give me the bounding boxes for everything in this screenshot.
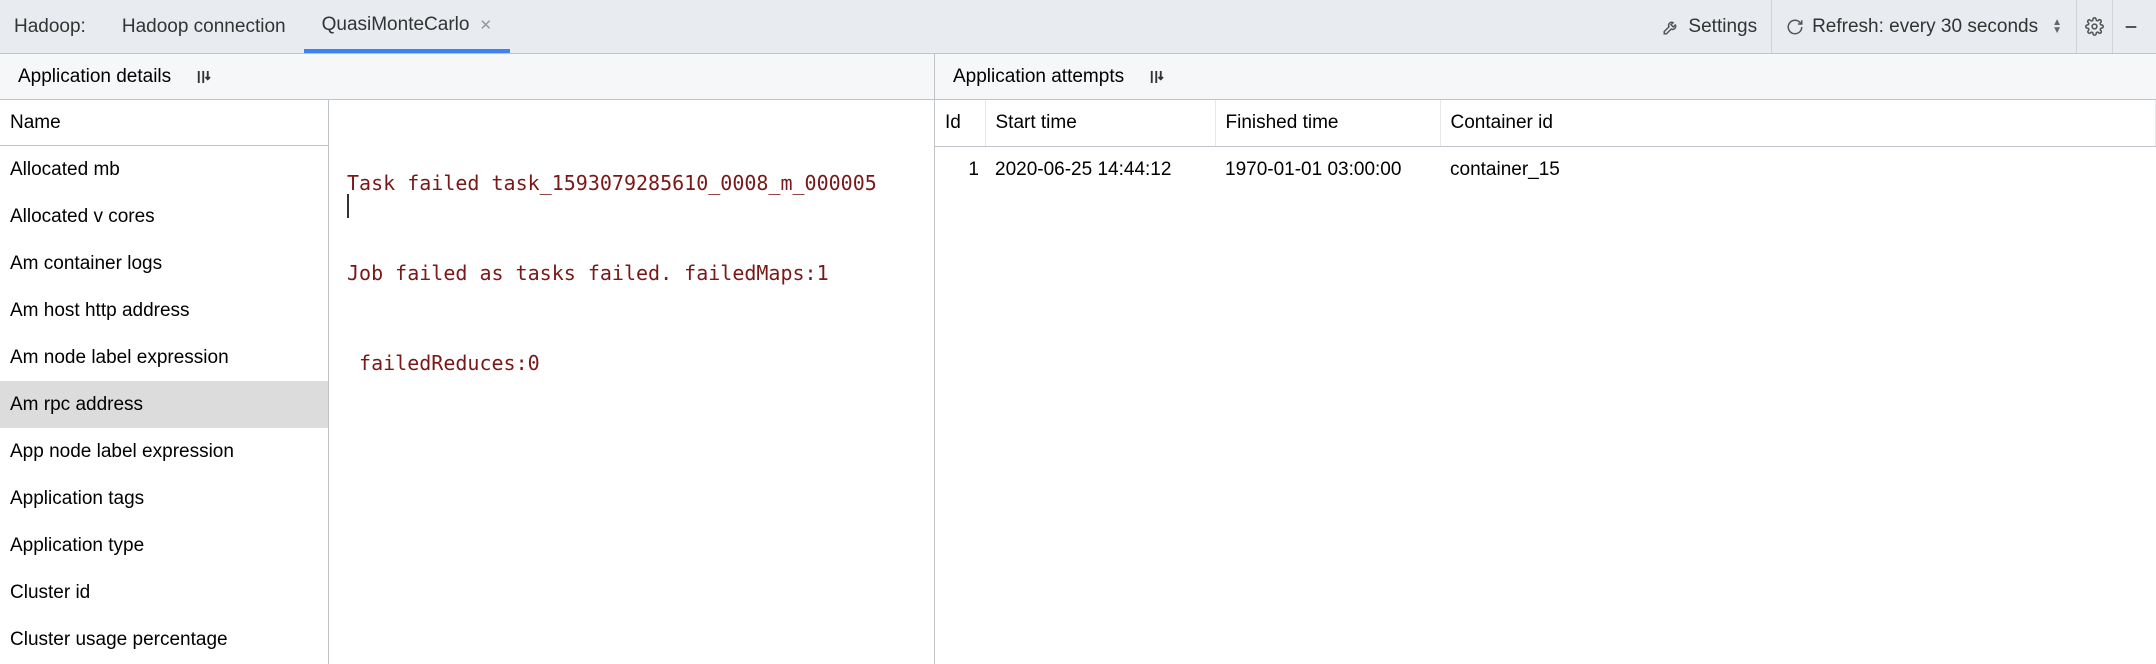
- text-caret: [347, 194, 349, 218]
- log-line: Task failed task_1593079285610_0008_m_00…: [347, 168, 916, 198]
- list-item[interactable]: Am host http address: [0, 287, 328, 334]
- details-column-header[interactable]: Name: [0, 100, 328, 146]
- subheader: Application details Application attempts: [0, 54, 2156, 100]
- log-panel[interactable]: Task failed task_1593079285610_0008_m_00…: [329, 100, 935, 664]
- body: Name Allocated mbAllocated v coresAm con…: [0, 100, 2156, 664]
- refresh-button[interactable]: Refresh: every 30 seconds ▲▼: [1771, 0, 2076, 53]
- cell-id: 1: [935, 146, 985, 193]
- settings-label: Settings: [1688, 16, 1757, 38]
- tab-hadoop-connection[interactable]: Hadoop connection: [104, 0, 304, 53]
- list-item[interactable]: Application type: [0, 522, 328, 569]
- minimize-icon: [2123, 19, 2139, 35]
- list-item[interactable]: Allocated mb: [0, 146, 328, 193]
- columns-icon[interactable]: [1148, 68, 1166, 86]
- tab-quasimontecarlo[interactable]: QuasiMonteCarlo ✕: [304, 0, 510, 53]
- cell-container: container_15: [1440, 146, 2156, 193]
- columns-icon[interactable]: [195, 68, 213, 86]
- close-icon[interactable]: ✕: [479, 16, 492, 34]
- list-item[interactable]: Allocated v cores: [0, 193, 328, 240]
- application-attempts-tab[interactable]: Application attempts: [949, 62, 1128, 92]
- list-item[interactable]: Cluster usage percentage: [0, 616, 328, 663]
- log-line: failedReduces:0: [347, 348, 916, 378]
- subheader-right: Application attempts: [935, 54, 2156, 99]
- table-row[interactable]: 1 2020-06-25 14:44:12 1970-01-01 03:00:0…: [935, 146, 2156, 193]
- cell-start: 2020-06-25 14:44:12: [985, 146, 1215, 193]
- application-details-tab[interactable]: Application details: [14, 62, 175, 92]
- tab-label: Hadoop connection: [122, 16, 286, 38]
- attempts-panel: Id Start time Finished time Container id…: [935, 100, 2156, 664]
- list-item[interactable]: Application tags: [0, 475, 328, 522]
- gear-button[interactable]: [2076, 0, 2112, 53]
- wrench-icon: [1662, 18, 1680, 36]
- toolbar-prefix: Hadoop:: [8, 16, 104, 38]
- refresh-icon: [1786, 18, 1804, 36]
- col-container[interactable]: Container id: [1440, 100, 2156, 146]
- top-toolbar: Hadoop: Hadoop connection QuasiMonteCarl…: [0, 0, 2156, 54]
- settings-button[interactable]: Settings: [1648, 0, 1771, 53]
- subheader-left: Application details: [0, 54, 935, 99]
- list-item[interactable]: App node label expression: [0, 428, 328, 475]
- list-item[interactable]: Am rpc address: [0, 381, 328, 428]
- minimize-button[interactable]: [2112, 0, 2148, 53]
- tab-label: QuasiMonteCarlo: [322, 14, 470, 36]
- list-item[interactable]: Am node label expression: [0, 334, 328, 381]
- attempts-table: Id Start time Finished time Container id…: [935, 100, 2156, 193]
- toolbar-right: Settings Refresh: every 30 seconds ▲▼: [1648, 0, 2148, 53]
- log-line: Job failed as tasks failed. failedMaps:1: [347, 258, 916, 288]
- col-start[interactable]: Start time: [985, 100, 1215, 146]
- list-item[interactable]: Cluster id: [0, 569, 328, 616]
- stepper-icon[interactable]: ▲▼: [2052, 19, 2062, 35]
- gear-icon: [2085, 17, 2104, 36]
- toolbar-left: Hadoop: Hadoop connection QuasiMonteCarl…: [8, 0, 1648, 53]
- cell-finished: 1970-01-01 03:00:00: [1215, 146, 1440, 193]
- col-id[interactable]: Id: [935, 100, 985, 146]
- list-item[interactable]: Am container logs: [0, 240, 328, 287]
- details-list: Name Allocated mbAllocated v coresAm con…: [0, 100, 329, 664]
- refresh-label: Refresh: every 30 seconds: [1812, 16, 2038, 38]
- col-finished[interactable]: Finished time: [1215, 100, 1440, 146]
